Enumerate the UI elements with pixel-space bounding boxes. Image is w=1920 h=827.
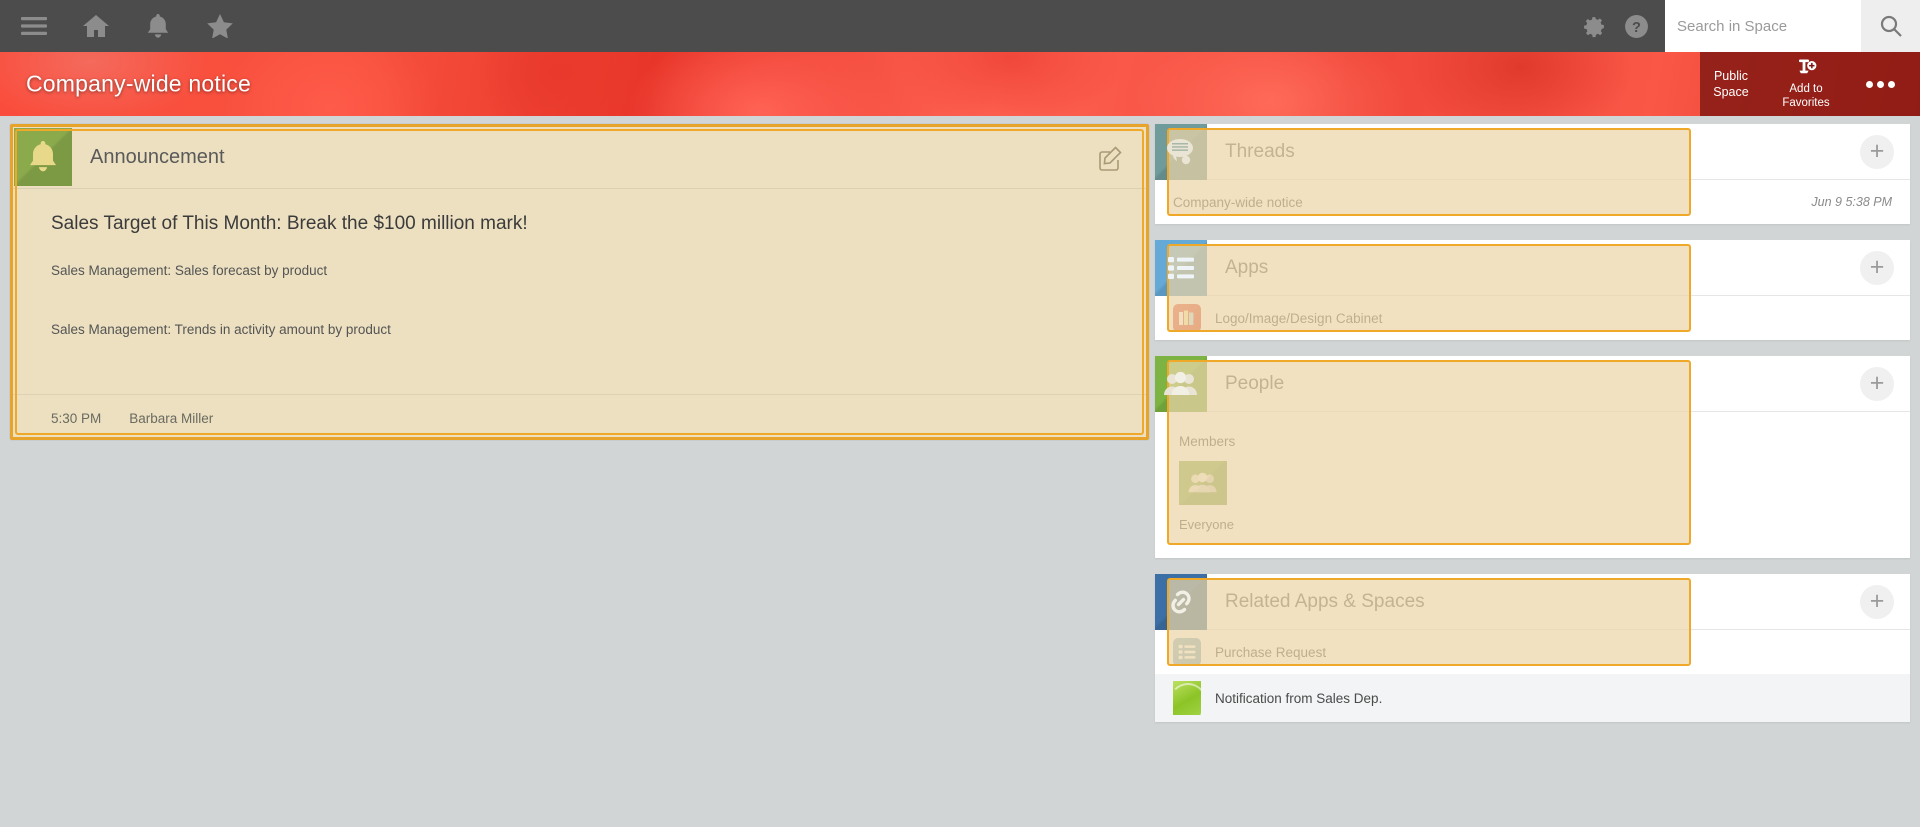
public-space-badge[interactable]: Public Space xyxy=(1700,68,1762,100)
space-header: Company-wide notice Public Space Add to … xyxy=(0,52,1920,116)
list-item[interactable]: Notification from Sales Dep. xyxy=(1155,674,1910,722)
content-area: Announcement Sales Target of This Month:… xyxy=(0,116,1920,827)
search-input[interactable] xyxy=(1665,0,1861,52)
related-title: Related Apps & Spaces xyxy=(1225,591,1425,613)
related-apps-portlet: Related Apps & Spaces + Purchase Request… xyxy=(1155,574,1910,722)
space-header-background-image xyxy=(0,52,1920,116)
members-label: Members xyxy=(1179,434,1910,449)
space-header-actions: Public Space Add to Favorites xyxy=(1700,52,1920,116)
menu-icon[interactable] xyxy=(16,8,52,44)
related-app-name: Purchase Request xyxy=(1215,645,1326,660)
people-body: Members Everyone xyxy=(1155,412,1910,558)
pin-icon xyxy=(1762,59,1850,81)
related-add-button[interactable]: + xyxy=(1860,585,1894,619)
apps-add-button[interactable]: + xyxy=(1860,251,1894,285)
leaf-icon xyxy=(1173,681,1201,715)
right-column: Threads + Company-wide notice Jun 9 5:38… xyxy=(1155,124,1910,738)
svg-text:?: ? xyxy=(1632,20,1641,36)
add-to-favorites-line1: Add to xyxy=(1762,82,1850,96)
public-space-line1: Public xyxy=(1700,68,1762,84)
more-actions-button[interactable] xyxy=(1850,81,1910,88)
list-item[interactable]: Logo/Image/Design Cabinet xyxy=(1155,296,1910,340)
announcement-author[interactable]: Barbara Miller xyxy=(129,411,213,426)
more-dot xyxy=(1888,81,1895,88)
announcement-body: Sales Target of This Month: Break the $1… xyxy=(13,189,1146,442)
add-to-favorites-line2: Favorites xyxy=(1762,96,1850,110)
announcement-footer: 5:30 PM Barbara Miller xyxy=(13,394,1146,442)
announcement-heading: Sales Target of This Month: Break the $1… xyxy=(13,213,1146,235)
apps-title: Apps xyxy=(1225,257,1268,279)
more-dot xyxy=(1866,81,1873,88)
list-app-icon xyxy=(1173,638,1201,666)
threads-title: Threads xyxy=(1225,141,1295,163)
cabinet-icon xyxy=(1173,304,1201,332)
search-container xyxy=(1665,0,1920,52)
people-icon xyxy=(1155,356,1207,412)
add-to-favorites-button[interactable]: Add to Favorites xyxy=(1762,59,1850,110)
gear-icon[interactable] xyxy=(1573,5,1615,47)
global-nav-icons xyxy=(0,8,238,44)
bell-icon[interactable] xyxy=(140,8,176,44)
people-title: People xyxy=(1225,373,1284,395)
apps-header: Apps + xyxy=(1155,240,1910,296)
thread-timestamp: Jun 9 5:38 PM xyxy=(1811,195,1892,209)
announcement-title: Announcement xyxy=(90,146,225,169)
announcement-link-1[interactable]: Sales Management: Sales forecast by prod… xyxy=(13,263,1146,278)
threads-add-button[interactable]: + xyxy=(1860,135,1894,169)
home-icon[interactable] xyxy=(78,8,114,44)
star-icon[interactable] xyxy=(202,8,238,44)
announcement-header: Announcement xyxy=(13,127,1146,189)
people-portlet: People + Members Everyone xyxy=(1155,356,1910,558)
related-header: Related Apps & Spaces + xyxy=(1155,574,1910,630)
people-add-button[interactable]: + xyxy=(1860,367,1894,401)
top-navigation-bar: ? xyxy=(0,0,1920,52)
threads-header: Threads + xyxy=(1155,124,1910,180)
announcement-time: 5:30 PM xyxy=(51,411,101,426)
public-space-line2: Space xyxy=(1700,84,1762,100)
bell-icon xyxy=(14,128,72,186)
app-name: Logo/Image/Design Cabinet xyxy=(1215,311,1382,326)
thread-title: Company-wide notice xyxy=(1173,195,1303,210)
search-button[interactable] xyxy=(1861,0,1920,52)
threads-portlet: Threads + Company-wide notice Jun 9 5:38… xyxy=(1155,124,1910,224)
link-icon xyxy=(1155,574,1207,630)
apps-icon xyxy=(1155,240,1207,296)
apps-portlet: Apps + Logo/Image/Design Cabinet xyxy=(1155,240,1910,340)
announcement-portlet: Announcement Sales Target of This Month:… xyxy=(10,124,1149,440)
list-item[interactable]: Purchase Request xyxy=(1155,630,1910,674)
everyone-group-icon[interactable] xyxy=(1179,461,1227,505)
page-title: Company-wide notice xyxy=(26,71,251,98)
edit-icon[interactable] xyxy=(1098,145,1124,171)
help-icon[interactable]: ? xyxy=(1615,5,1657,47)
list-item[interactable]: Company-wide notice Jun 9 5:38 PM xyxy=(1155,180,1910,224)
member-name[interactable]: Everyone xyxy=(1179,517,1910,532)
notification-name: Notification from Sales Dep. xyxy=(1215,691,1382,706)
people-header: People + xyxy=(1155,356,1910,412)
more-dot xyxy=(1877,81,1884,88)
topbar-right-group: ? xyxy=(1573,0,1920,52)
threads-icon xyxy=(1155,124,1207,180)
announcement-link-2[interactable]: Sales Management: Trends in activity amo… xyxy=(13,322,1146,337)
